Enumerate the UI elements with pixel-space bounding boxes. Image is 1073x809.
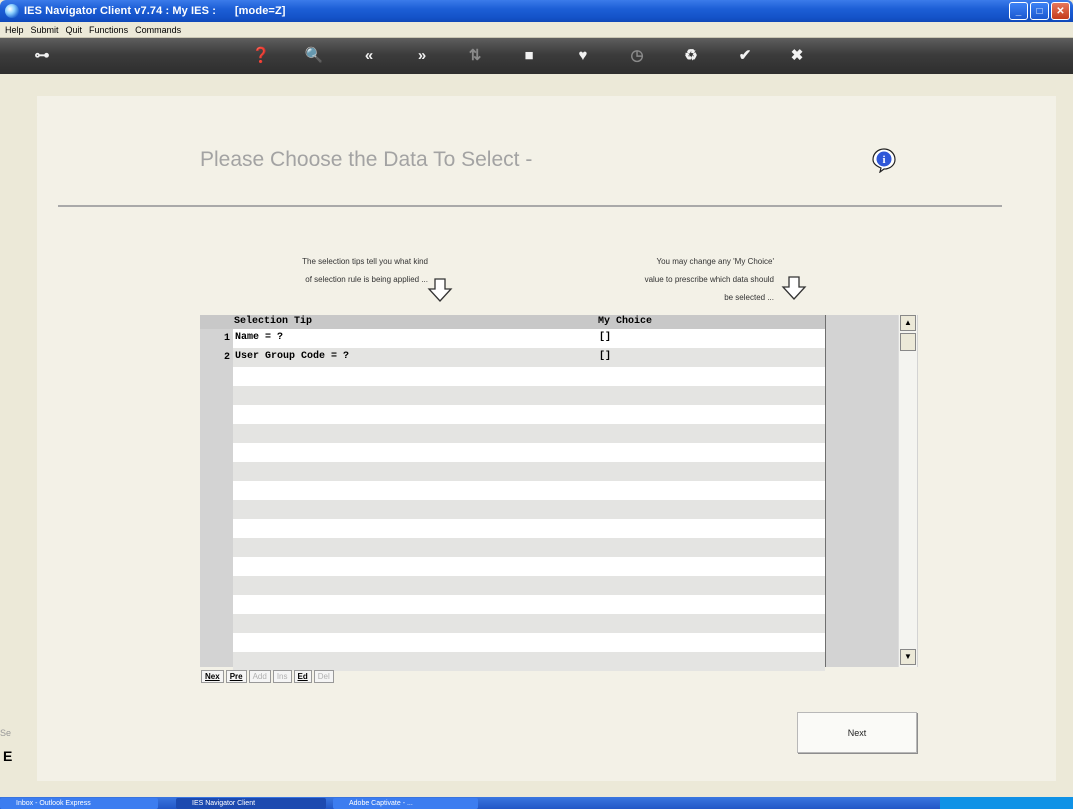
menu-help[interactable]: Help (5, 25, 24, 35)
menu-functions[interactable]: Functions (89, 25, 128, 35)
empty-grid-row[interactable] (233, 386, 825, 405)
down-arrow-icon (781, 276, 807, 300)
help-icon[interactable]: ❓ (250, 46, 272, 66)
selection-grid: Selection Tip My Choice 1 2 Name = ? [] … (200, 315, 918, 671)
selection-tip-cell: Name = ? (235, 332, 284, 343)
previous-icon[interactable]: « (358, 46, 380, 66)
empty-grid-row[interactable] (233, 500, 825, 519)
info-icon[interactable]: i (871, 147, 897, 173)
tip-right-line3: be selected ... (724, 293, 774, 302)
next-button[interactable]: Next (797, 712, 917, 753)
menu-bar: Help Submit Quit Functions Commands (0, 22, 1073, 38)
empty-grid-row[interactable] (233, 614, 825, 633)
close-window-button[interactable]: ✕ (1051, 2, 1070, 20)
stop-icon[interactable]: ■ (518, 46, 540, 66)
table-row[interactable]: Name = ? [] (233, 329, 825, 348)
del-button[interactable]: Del (313, 670, 334, 683)
add-button[interactable]: Add (248, 670, 271, 683)
toolbar: ⊶ ❓ 🔍 « » ⇅ ■ ♥ ◷ ♻ ✔ ✖ (0, 38, 1073, 74)
window-title: IES Navigator Client v7.74 : My IES : [m… (24, 5, 286, 17)
menu-quit[interactable]: Quit (66, 25, 83, 35)
column-selection-tip: Selection Tip (234, 316, 313, 327)
selection-tip-hint: The selection tips tell you what kind of… (218, 253, 428, 289)
system-tray (940, 797, 1073, 809)
empty-grid-row[interactable] (233, 538, 825, 557)
menu-submit[interactable]: Submit (31, 25, 59, 35)
tip-left-line2: of selection rule is being applied ... (305, 275, 428, 284)
grid-nav-buttons: Nex Pre Add Ins Ed Del (201, 670, 334, 683)
taskbar-item[interactable]: Inbox - Outlook Express (0, 798, 158, 809)
table-row[interactable]: User Group Code = ? [] (233, 348, 825, 367)
window-controls: _ □ ✕ (1009, 2, 1070, 20)
key-icon[interactable]: ⊶ (28, 46, 56, 66)
empty-grid-row[interactable] (233, 519, 825, 538)
empty-grid-row[interactable] (233, 405, 825, 424)
pre-button[interactable]: Pre (225, 670, 247, 683)
ed-button[interactable]: Ed (293, 670, 312, 683)
side-icon-fragment: E (3, 748, 13, 764)
close-icon[interactable]: ✖ (786, 46, 808, 66)
sort-icon[interactable]: ⇅ (464, 46, 486, 66)
tip-right-line2: value to prescribe which data should (644, 275, 774, 284)
minimize-button[interactable]: _ (1009, 2, 1028, 20)
empty-grid-row[interactable] (233, 367, 825, 386)
grid-header: Selection Tip My Choice (200, 315, 825, 329)
empty-grid-row[interactable] (233, 462, 825, 481)
tip-right-line1: You may change any 'My Choice' (656, 257, 775, 266)
row-number: 1 (223, 333, 230, 344)
grid-rows: Name = ? [] User Group Code = ? [] (233, 329, 825, 671)
svg-text:i: i (882, 154, 885, 166)
ok-icon[interactable]: ✔ (734, 46, 756, 66)
empty-grid-row[interactable] (233, 443, 825, 462)
grid-column-divider (825, 315, 826, 667)
row-number: 2 (223, 352, 230, 363)
grid-scrollbar[interactable]: ▲ ▼ (898, 315, 917, 667)
app-icon (5, 4, 19, 18)
column-my-choice: My Choice (598, 316, 653, 327)
title-divider (58, 205, 1002, 207)
empty-grid-row[interactable] (233, 424, 825, 443)
nex-button[interactable]: Nex (201, 670, 224, 683)
taskbar-item[interactable]: Adobe Captivate - ... (333, 798, 478, 809)
my-choice-cell[interactable]: [] (599, 351, 611, 362)
page-title: Please Choose the Data To Select - (200, 148, 533, 171)
tip-left-line1: The selection tips tell you what kind (302, 257, 428, 266)
scroll-down-icon[interactable]: ▼ (900, 649, 916, 665)
my-choice-cell[interactable]: [] (599, 332, 611, 343)
title-bar: IES Navigator Client v7.74 : My IES : [m… (0, 0, 1073, 22)
down-arrow-icon (427, 278, 453, 302)
selection-tip-cell: User Group Code = ? (235, 351, 350, 362)
clock-icon[interactable]: ◷ (626, 46, 648, 66)
scroll-up-icon[interactable]: ▲ (900, 315, 916, 331)
empty-grid-row[interactable] (233, 557, 825, 576)
ins-button[interactable]: Ins (272, 670, 292, 683)
empty-grid-row[interactable] (233, 595, 825, 614)
scroll-thumb[interactable] (900, 333, 916, 351)
app-window: IES Navigator Client v7.74 : My IES : [m… (0, 0, 1073, 809)
maximize-button[interactable]: □ (1030, 2, 1049, 20)
taskbar: Inbox - Outlook Express IES Navigator Cl… (0, 797, 1073, 809)
next-icon[interactable]: » (411, 46, 433, 66)
empty-grid-row[interactable] (233, 481, 825, 500)
my-choice-hint: You may change any 'My Choice' value to … (540, 253, 774, 307)
empty-grid-row[interactable] (233, 652, 825, 671)
menu-commands[interactable]: Commands (135, 25, 181, 35)
side-label-fragment: Se (0, 728, 12, 738)
refresh-icon[interactable]: ♻ (680, 46, 702, 66)
search-icon[interactable]: 🔍 (303, 46, 325, 66)
favorite-icon[interactable]: ♥ (572, 46, 594, 66)
empty-grid-row[interactable] (233, 576, 825, 595)
taskbar-item[interactable]: IES Navigator Client (176, 798, 326, 809)
empty-grid-row[interactable] (233, 633, 825, 652)
